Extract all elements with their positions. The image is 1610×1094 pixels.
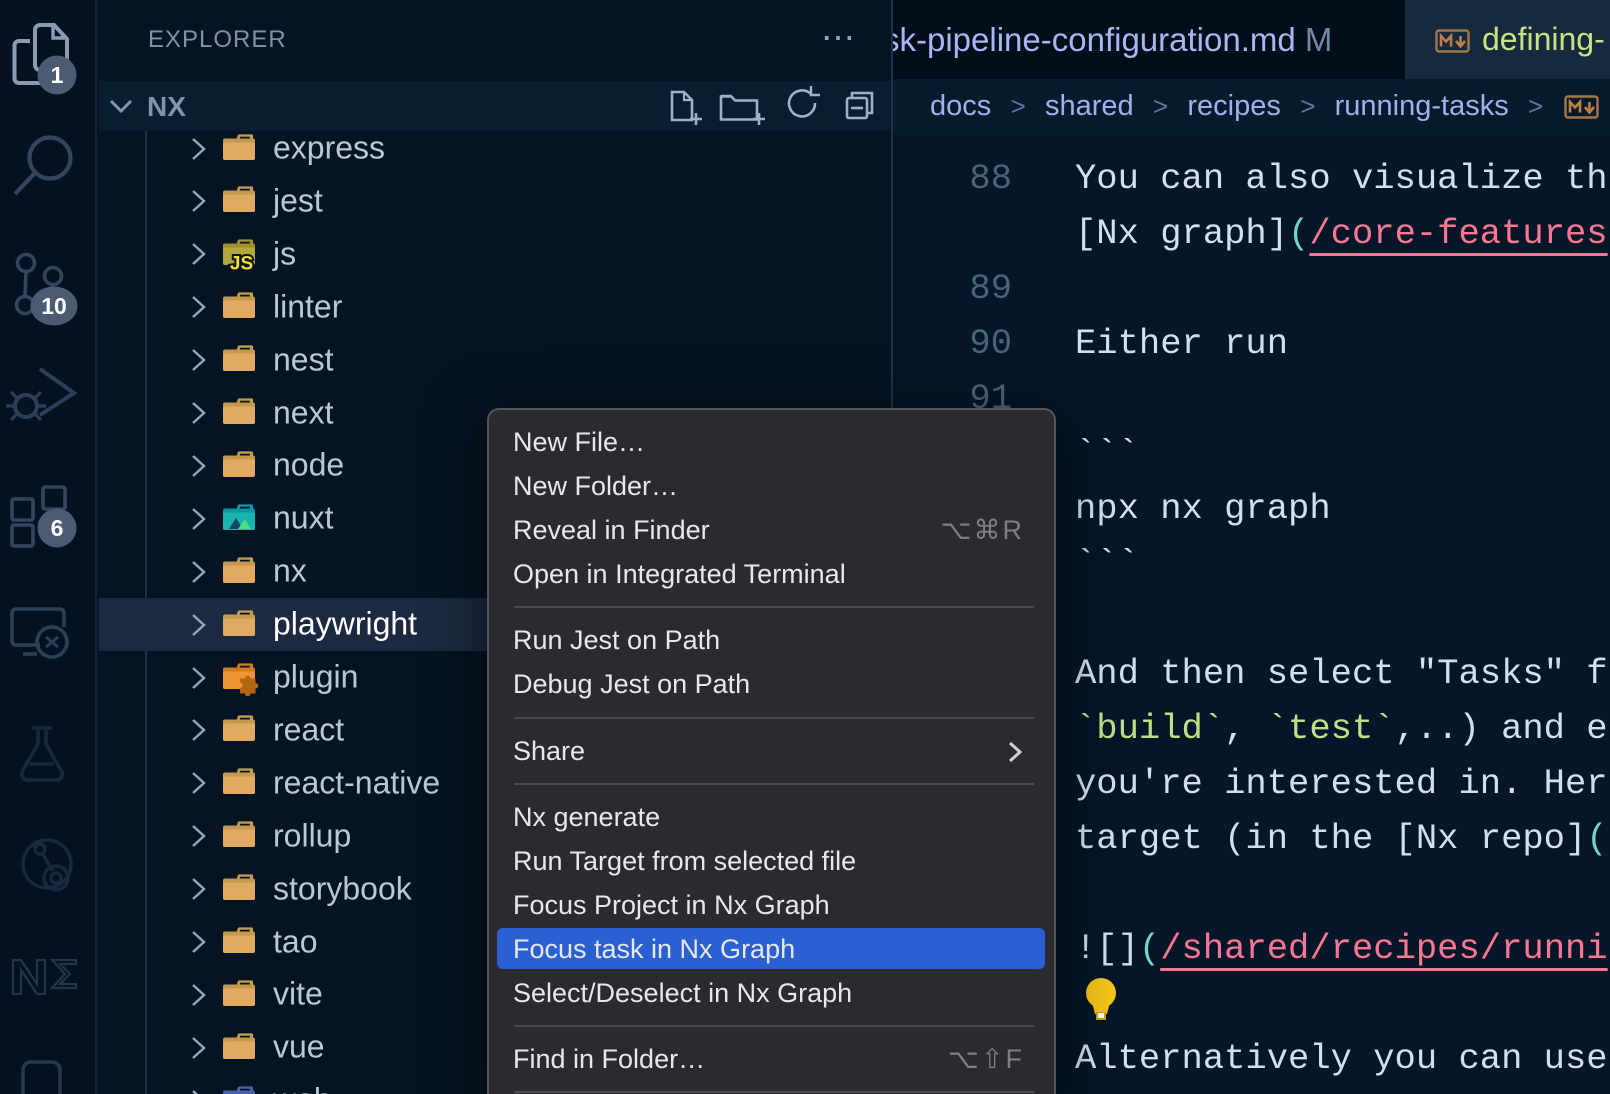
svg-text:10: 10 <box>41 293 67 319</box>
svg-text:1: 1 <box>51 62 64 88</box>
svg-text:6: 6 <box>51 515 64 541</box>
svg-text:JS: JS <box>230 254 253 275</box>
